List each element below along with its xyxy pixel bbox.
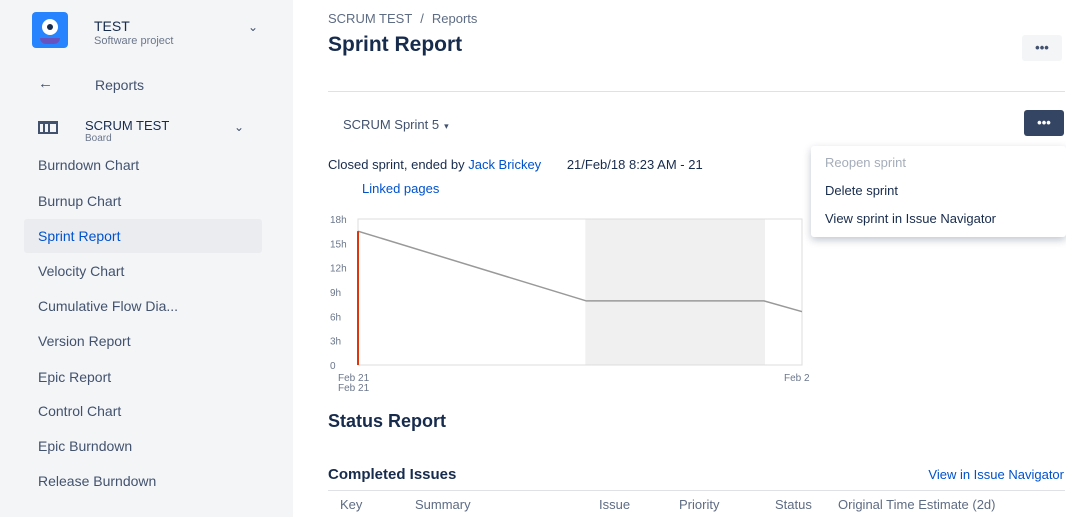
sidebar-item-velocity-chart[interactable]: Velocity Chart	[24, 254, 262, 288]
board-name: SCRUM TEST	[85, 118, 170, 133]
sprint-date-range: 21/Feb/18 8:23 AM - 21	[566, 157, 703, 172]
column-header-summary[interactable]: Summary	[415, 497, 471, 512]
menu-item-view-in-navigator[interactable]: View sprint in Issue Navigator	[825, 211, 996, 226]
completed-issues-title: Completed Issues	[328, 466, 457, 483]
caret-down-icon: ▾	[444, 121, 449, 131]
sidebar-item-version-report[interactable]: Version Report	[24, 324, 262, 358]
board-switcher[interactable]: SCRUM TEST Board ⌄	[36, 115, 276, 151]
y-tick-label: 18h	[330, 215, 347, 226]
x-tick-label-end: Feb 28	[784, 373, 810, 384]
view-in-issue-navigator-link[interactable]: View in Issue Navigator	[928, 467, 1064, 482]
burndown-chart: 03h6h9h12h15h18hFeb 21Feb 21Feb 28	[330, 215, 810, 394]
column-header-time-estimate[interactable]: Original Time Estimate (2d)	[838, 497, 996, 512]
y-tick-label: 9h	[330, 288, 341, 299]
project-type: Software project	[94, 35, 174, 47]
status-report-title: Status Report	[328, 411, 447, 431]
board-type: Board	[85, 133, 112, 144]
sprint-meta: Closed sprint, ended by Jack Brickey 21/…	[328, 157, 703, 172]
menu-item-delete-sprint[interactable]: Delete sprint	[825, 183, 898, 198]
y-tick-label: 15h	[330, 239, 347, 250]
breadcrumb: SCRUM TEST / Reports	[328, 11, 477, 26]
y-tick-label: 3h	[330, 337, 341, 348]
y-tick-label: 12h	[330, 264, 347, 275]
sprint-selector-label: SCRUM Sprint 5	[343, 117, 440, 132]
project-avatar	[32, 12, 68, 48]
board-icon	[38, 121, 58, 134]
sidebar-item-burndown-chart[interactable]: Burndown Chart	[24, 148, 262, 182]
breadcrumb-separator: /	[420, 11, 424, 26]
sidebar-item-epic-burndown[interactable]: Epic Burndown	[24, 429, 262, 463]
page-title: Sprint Report	[328, 33, 463, 56]
breadcrumb-board-link[interactable]: SCRUM TEST	[328, 11, 412, 26]
sidebar-item-cumulative-flow[interactable]: Cumulative Flow Dia...	[24, 289, 262, 323]
back-label: Reports	[95, 77, 145, 93]
chevron-down-icon[interactable]: ⌄	[248, 20, 258, 34]
y-tick-label: 6h	[330, 312, 341, 323]
sprint-ended-by-link[interactable]: Jack Brickey	[468, 157, 541, 172]
sprint-actions-menu: Reopen sprint Delete sprint View sprint …	[811, 146, 1066, 237]
sprint-status-text: Closed sprint, ended by	[328, 157, 465, 172]
page-more-button[interactable]: •••	[1022, 35, 1062, 61]
sprint-more-button[interactable]: •••	[1024, 110, 1064, 136]
sidebar: TEST Software project ⌄ ← Reports SCRUM …	[0, 0, 293, 517]
sidebar-item-control-chart[interactable]: Control Chart	[24, 394, 262, 428]
x-tick-label-start-secondary: Feb 21	[338, 383, 370, 394]
column-header-status[interactable]: Status	[775, 497, 812, 512]
column-header-key[interactable]: Key	[340, 497, 362, 512]
breadcrumb-reports-link[interactable]: Reports	[432, 11, 478, 26]
linked-pages-link[interactable]: Linked pages	[362, 181, 439, 196]
sidebar-item-burnup-chart[interactable]: Burnup Chart	[24, 184, 262, 218]
table-divider	[328, 490, 1065, 491]
back-arrow-icon: ←	[38, 75, 53, 92]
back-to-reports[interactable]: ← Reports	[38, 75, 278, 99]
divider	[328, 91, 1065, 92]
project-name: TEST	[94, 18, 130, 34]
sprint-selector[interactable]: SCRUM Sprint 5 ▾	[343, 117, 449, 132]
menu-item-reopen-sprint[interactable]: Reopen sprint	[825, 155, 906, 170]
chevron-down-icon[interactable]: ⌄	[234, 120, 244, 134]
column-header-priority[interactable]: Priority	[679, 497, 719, 512]
project-switcher[interactable]: TEST Software project ⌄	[30, 10, 270, 54]
sidebar-item-sprint-report[interactable]: Sprint Report	[24, 219, 262, 253]
sidebar-item-epic-report[interactable]: Epic Report	[24, 360, 262, 394]
sidebar-item-release-burndown[interactable]: Release Burndown	[24, 464, 262, 498]
y-tick-label: 0	[330, 361, 336, 372]
non-working-days-band	[585, 219, 765, 365]
column-header-issue[interactable]: Issue	[599, 497, 630, 512]
